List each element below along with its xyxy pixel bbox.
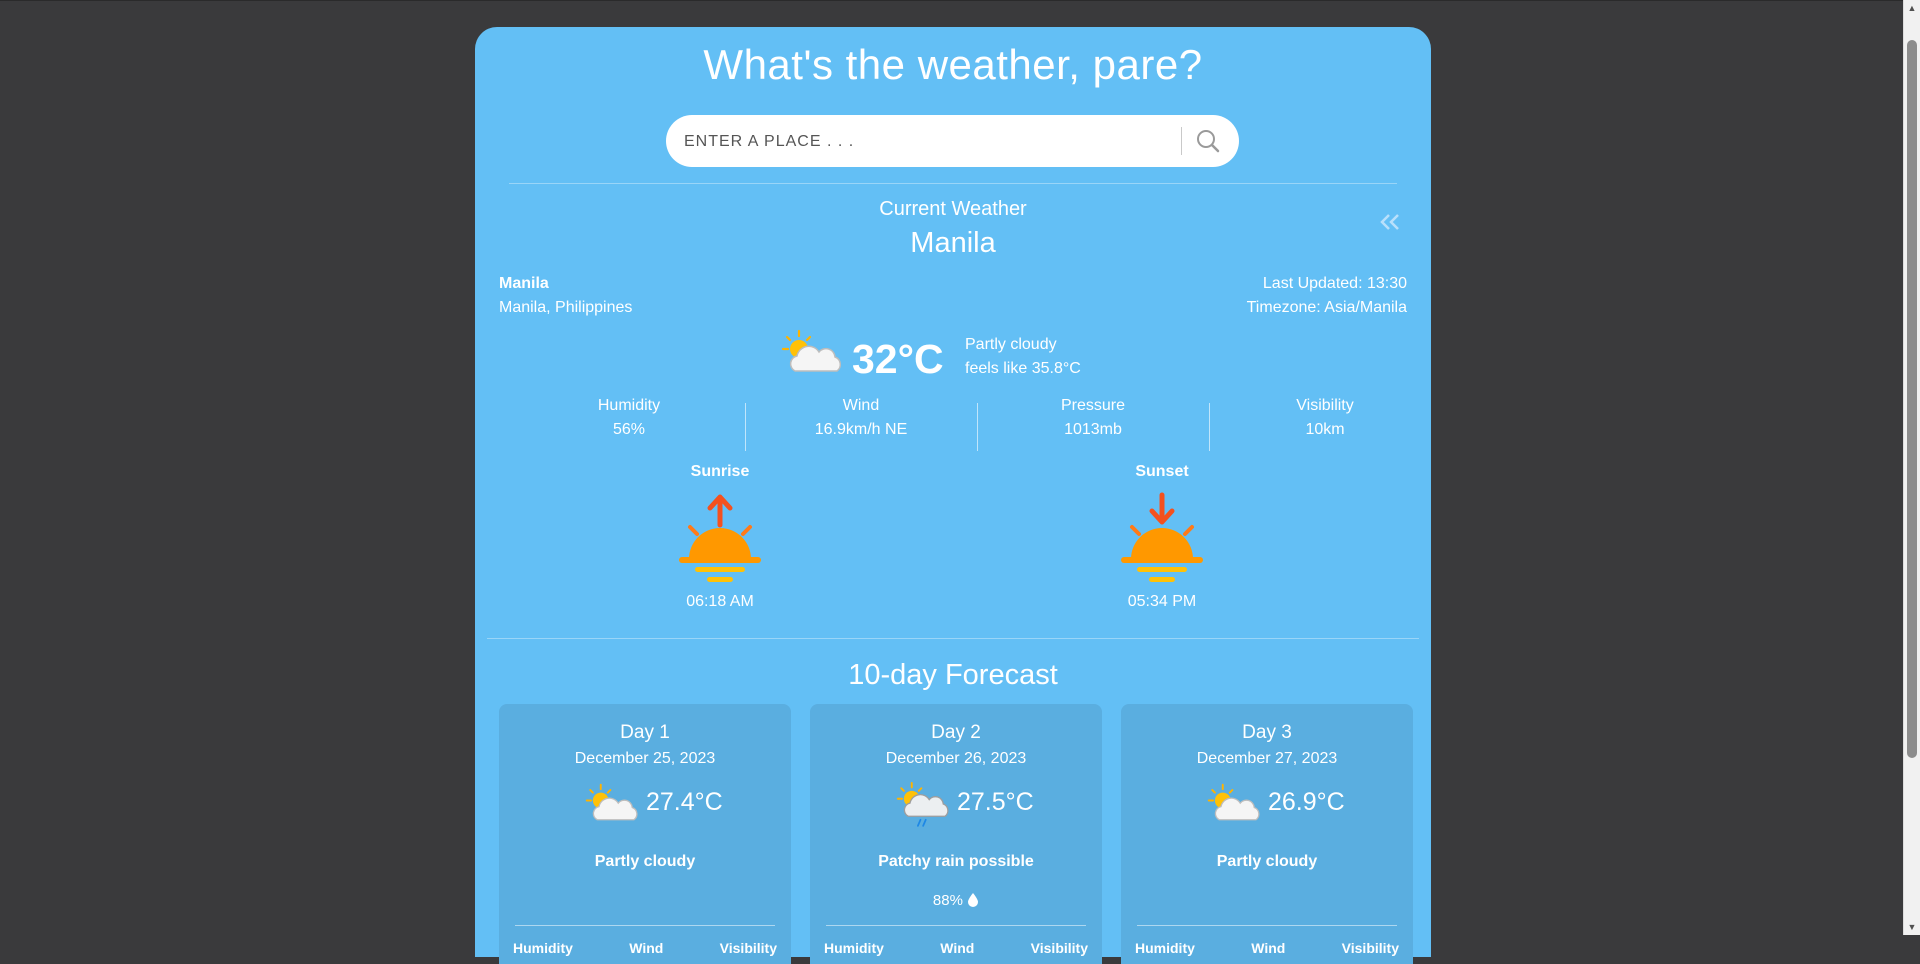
double-chevron-left-icon (1380, 214, 1399, 230)
forecast-day-card[interactable]: Day 3 December 27, 2023 26.9°C Partly cl… (1121, 704, 1413, 964)
sunrise-label: Sunrise (690, 463, 750, 480)
forecast-day-card[interactable]: Day 2 December 26, 2023 27.5°C Patchy ra… (810, 704, 1102, 964)
scroll-down-arrow-icon[interactable]: ▼ (1904, 919, 1920, 935)
weather-card: What's the weather, pare? Current Weathe… (475, 27, 1431, 964)
stat-value: 1013mb (1064, 421, 1122, 438)
section-divider (487, 638, 1419, 639)
current-weather-label: Current Weather (879, 198, 1027, 220)
search-divider (1181, 127, 1182, 155)
forecast-stat-label: Wind (1251, 940, 1286, 956)
sunset-label: Sunset (1135, 463, 1189, 480)
forecast-stat-label: Humidity (1135, 940, 1195, 956)
forecast-stats: Humidity Wind Visibility (824, 940, 1088, 956)
forecast-date: December 26, 2023 (885, 750, 1027, 767)
forecast-stat-label: Visibility (719, 940, 777, 956)
stat-pressure: Pressure 1013mb (977, 397, 1209, 439)
sunrise-block: Sunrise 06:18 AM (660, 463, 780, 611)
scroll-up-arrow-icon[interactable]: ▲ (1904, 0, 1920, 16)
rain-chance-value: 88% (932, 892, 963, 909)
patchy-rain-icon (896, 782, 949, 827)
feels-like: feels like 35.8°C (965, 360, 1081, 377)
location-name: Manila (499, 275, 549, 292)
scroll-thumb[interactable] (1907, 40, 1917, 758)
current-condition: Partly cloudy (965, 336, 1057, 353)
current-stats: Humidity 56% Wind 16.9km/h NE Pressure 1… (513, 397, 1443, 451)
window-top-edge (0, 0, 1920, 1)
forecast-stat-label: Wind (940, 940, 975, 956)
search-icon (1197, 130, 1220, 153)
stat-humidity: Humidity 56% (513, 397, 745, 439)
stat-visibility: Visibility 10km (1209, 397, 1441, 439)
current-temperature: 32°C (852, 336, 944, 382)
stat-wind: Wind 16.9km/h NE (745, 397, 977, 439)
search-bar (666, 115, 1239, 167)
vertical-scrollbar[interactable]: ▲ ▼ (1903, 0, 1920, 935)
collapse-button[interactable] (1375, 207, 1405, 237)
rain-chance: 88% (810, 892, 1102, 909)
water-drop-icon (968, 893, 979, 907)
search-button[interactable] (1188, 124, 1228, 158)
forecast-condition: Partly cloudy (1216, 853, 1318, 870)
forecast-stats: Humidity Wind Visibility (1135, 940, 1399, 956)
stat-value: 16.9km/h NE (814, 421, 908, 438)
stat-value: 56% (612, 421, 646, 438)
forecast-stat-label: Visibility (1341, 940, 1399, 956)
partly-cloudy-icon (1207, 783, 1260, 821)
forecast-temperature: 26.9°C (1268, 788, 1345, 816)
search-input[interactable] (682, 125, 1166, 159)
forecast-day: Day 2 (931, 722, 981, 743)
forecast-title: 10-day Forecast (848, 659, 1058, 691)
forecast-divider (515, 925, 775, 926)
sunset-icon (1121, 492, 1203, 582)
stat-label: Wind (842, 397, 880, 414)
stat-label: Visibility (1296, 397, 1354, 414)
stat-label: Humidity (597, 397, 661, 414)
stat-value: 10km (1305, 421, 1345, 438)
forecast-stat-label: Humidity (513, 940, 573, 956)
sunrise-time: 06:18 AM (686, 593, 754, 610)
forecast-condition: Patchy rain possible (878, 853, 1034, 870)
forecast-date: December 25, 2023 (574, 750, 716, 767)
location-full: Manila, Philippines (499, 299, 633, 316)
timezone: Timezone: Asia/Manila (1246, 299, 1407, 316)
sunset-block: Sunset 05:34 PM (1102, 463, 1222, 611)
last-updated: Last Updated: 13:30 (1262, 275, 1407, 292)
current-city: Manila (910, 227, 996, 259)
forecast-temperature: 27.5°C (957, 788, 1034, 816)
forecast-stat-label: Visibility (1030, 940, 1088, 956)
forecast-stats: Humidity Wind Visibility (513, 940, 777, 956)
partly-cloudy-icon (585, 783, 638, 821)
forecast-divider (826, 925, 1086, 926)
forecast-stat-label: Humidity (824, 940, 884, 956)
forecast-day-card[interactable]: Day 1 December 25, 2023 27.4°C Partly cl… (499, 704, 791, 964)
header-divider (509, 183, 1397, 184)
sunrise-icon (679, 494, 761, 582)
app-title: What's the weather, pare? (703, 41, 1203, 88)
forecast-day: Day 3 (1242, 722, 1292, 743)
stat-label: Pressure (1060, 397, 1126, 414)
forecast-condition: Partly cloudy (594, 853, 696, 870)
forecast-temperature: 27.4°C (646, 788, 723, 816)
forecast-date: December 27, 2023 (1196, 750, 1338, 767)
forecast-stat-label: Wind (629, 940, 664, 956)
partly-cloudy-icon (781, 329, 841, 372)
forecast-divider (1137, 925, 1397, 926)
forecast-day: Day 1 (620, 722, 670, 743)
sunset-time: 05:34 PM (1127, 593, 1197, 610)
